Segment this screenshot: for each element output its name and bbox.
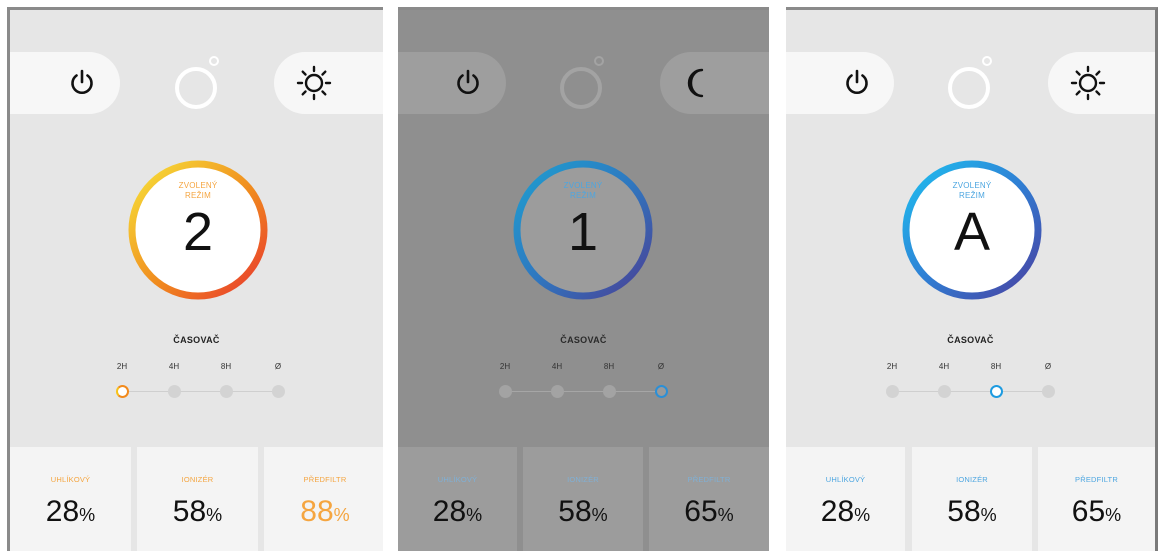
timer-track <box>892 391 1048 392</box>
timer-option-8h[interactable] <box>219 385 233 398</box>
stat-label: IONIZÉR <box>181 475 214 484</box>
selected-mode-dial[interactable]: ZVOLENÝ REŽIM 1 <box>509 156 657 304</box>
sun-icon[interactable] <box>1070 65 1106 101</box>
timer-option-2h-label: 2H <box>886 362 898 371</box>
timer-option-off-label: Ø <box>274 362 282 371</box>
stat-value: 58% <box>558 495 608 528</box>
stat-label: IONIZÉR <box>567 475 599 484</box>
timer-track <box>122 391 278 392</box>
stat-value: 88% <box>300 495 350 528</box>
mode-label: ZVOLENÝ REŽIM <box>952 181 992 200</box>
timer-title: ČASOVAČ <box>173 335 220 345</box>
power-button[interactable] <box>398 52 506 114</box>
timer-option-4h[interactable] <box>550 385 564 398</box>
stat-label: PŘEDFILTR <box>1075 475 1118 484</box>
timer-option-2h[interactable] <box>498 385 512 398</box>
screens-composite: ZVOLENÝ REŽIM 2 ČASOVAČ 2H 4H 8H Ø UHLÍKO… <box>0 0 1158 551</box>
timer-option-8h-label: 8H <box>220 362 232 371</box>
timer-option-off-label: Ø <box>657 362 665 371</box>
power-icon[interactable] <box>844 69 870 97</box>
stat-value: 28% <box>432 495 483 528</box>
stat-card-carbon: UHLÍKOVÝ 28% <box>398 447 517 551</box>
ring-sensor-icon <box>558 53 608 113</box>
timer-option-2h-label: 2H <box>499 362 511 371</box>
timer-option-8h[interactable] <box>602 385 616 398</box>
moon-icon[interactable] <box>683 67 713 99</box>
selected-mode-dial[interactable]: ZVOLENÝ REŽIM A <box>898 156 1046 304</box>
timer-option-8h-label: 8H <box>990 362 1002 371</box>
ring-sensor-icon <box>173 53 223 113</box>
timer-option-8h[interactable] <box>989 385 1003 398</box>
stat-value: 58% <box>172 495 223 528</box>
stat-card-prefilter: PŘEDFILTR 65% <box>649 447 769 551</box>
timer-option-4h-label: 4H <box>551 362 563 371</box>
timer-option-off-label: Ø <box>1044 362 1052 371</box>
selected-mode-dial[interactable]: ZVOLENÝ REŽIM 2 <box>124 156 272 304</box>
timer-track <box>505 391 661 392</box>
timer-title: ČASOVAČ <box>947 335 994 345</box>
timer-option-4h-label: 4H <box>168 362 180 371</box>
stat-value: 28% <box>820 495 871 528</box>
mode-toggle-button[interactable] <box>660 52 769 114</box>
stat-value: 58% <box>947 495 997 528</box>
mode-value: 1 <box>567 202 599 262</box>
power-icon[interactable] <box>69 69 95 97</box>
power-button[interactable] <box>10 52 120 114</box>
power-icon[interactable] <box>455 69 481 97</box>
timer-title: ČASOVAČ <box>560 335 607 345</box>
mode-label: ZVOLENÝ REŽIM <box>178 181 218 200</box>
mode-label: ZVOLENÝ REŽIM <box>563 181 603 200</box>
stat-value: 65% <box>1071 495 1122 528</box>
timer-option-2h[interactable] <box>115 385 129 398</box>
stat-value: 65% <box>684 495 734 528</box>
stat-card-carbon: UHLÍKOVÝ 28% <box>10 447 131 551</box>
app-screen-mode-a: ZVOLENÝ REŽIM A ČASOVAČ 2H 4H 8H Ø UHLÍKO… <box>786 7 1158 551</box>
sun-icon[interactable] <box>296 65 332 101</box>
stat-card-ionizer: IONIZÉR 58% <box>137 447 258 551</box>
mode-value: 2 <box>182 202 214 262</box>
timer-option-8h-label: 8H <box>603 362 615 371</box>
app-screen-mode-2: ZVOLENÝ REŽIM 2 ČASOVAČ 2H 4H 8H Ø UHLÍKO… <box>7 7 383 551</box>
stat-card-carbon: UHLÍKOVÝ 28% <box>786 447 905 551</box>
mode-value: A <box>953 202 991 262</box>
stat-value: 28% <box>45 495 96 528</box>
stat-label: UHLÍKOVÝ <box>50 475 91 484</box>
ring-sensor-icon <box>946 53 996 113</box>
stat-label: PŘEDFILTR <box>303 475 347 484</box>
timer-option-4h[interactable] <box>167 385 181 398</box>
stat-card-ionizer: IONIZÉR 58% <box>523 447 643 551</box>
stat-card-prefilter: PŘEDFILTR 88% <box>264 447 383 551</box>
stat-card-prefilter: PŘEDFILTR 65% <box>1038 447 1155 551</box>
stat-label: IONIZÉR <box>956 475 988 484</box>
stat-label: UHLÍKOVÝ <box>437 475 478 484</box>
timer-option-off[interactable] <box>271 385 285 398</box>
power-button[interactable] <box>786 52 894 114</box>
timer-option-off[interactable] <box>1041 385 1055 398</box>
app-screen-mode-1-dimmed: ZVOLENÝ REŽIM 1 ČASOVAČ 2H 4H 8H Ø UHLÍKO… <box>398 7 769 551</box>
timer-option-4h-label: 4H <box>938 362 950 371</box>
timer-option-4h[interactable] <box>937 385 951 398</box>
timer-option-2h-label: 2H <box>116 362 128 371</box>
stat-label: PŘEDFILTR <box>687 475 731 484</box>
timer-option-off[interactable] <box>654 385 668 398</box>
stat-card-ionizer: IONIZÉR 58% <box>912 447 1032 551</box>
stat-label: UHLÍKOVÝ <box>825 475 866 484</box>
timer-option-2h[interactable] <box>885 385 899 398</box>
